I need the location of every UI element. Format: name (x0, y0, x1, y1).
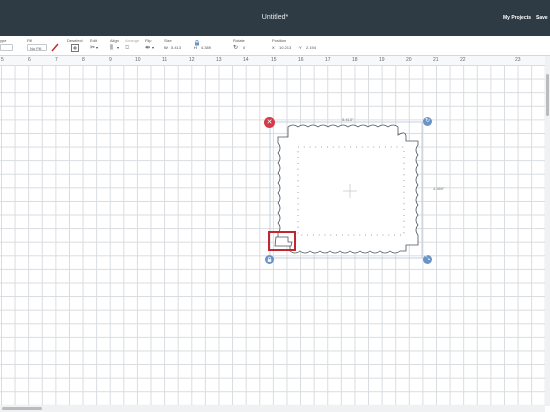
rotate-label: Rotate (233, 38, 245, 43)
arrange-icon[interactable]: ⧉ (125, 44, 129, 52)
vertical-scroll-thumb[interactable] (546, 74, 549, 116)
height-input[interactable]: 4.389 (199, 44, 216, 51)
height-prefix: H (194, 45, 197, 50)
ruler-number: 8 (82, 57, 85, 63)
rotate-icon: ↻ (424, 118, 431, 124)
ruler-number: 10 (135, 57, 141, 63)
lock-icon (267, 257, 272, 262)
ruler-number: 18 (352, 57, 358, 63)
close-icon: ✕ (266, 119, 273, 126)
vertical-scrollbar[interactable] (545, 56, 550, 406)
scalloped-label-shape[interactable] (277, 124, 419, 254)
chevron-down-icon[interactable]: ▾ (152, 44, 154, 52)
align-icon[interactable]: ⫼ (110, 44, 113, 52)
horizontal-scrollbar[interactable] (0, 405, 545, 412)
width-prefix: W (164, 45, 168, 50)
position-label: Position (272, 38, 287, 43)
resize-icon: ⤡ (425, 256, 430, 262)
horizontal-scroll-thumb[interactable] (2, 407, 42, 410)
y-prefix: Y (299, 45, 302, 50)
fill-label: Fill (27, 38, 33, 43)
rotate-icon: ↻ (233, 45, 239, 51)
save-button[interactable]: Save (536, 0, 548, 36)
ruler-number: 13 (216, 57, 222, 63)
ruler-number: 5 (1, 57, 4, 63)
ruler-number: 22 (460, 57, 466, 63)
scissors-icon[interactable]: ✂ (90, 44, 95, 52)
ruler-number: 21 (433, 57, 439, 63)
ruler-number: 11 (162, 57, 168, 63)
rotate-handle[interactable]: ↻ (423, 117, 432, 126)
edit-toolbar: ype Fill No Fill Deselect Edit ✂ ▾ Align… (0, 36, 550, 56)
my-projects-button[interactable]: My Projects (503, 0, 531, 36)
deselect-label: Deselect (67, 38, 83, 43)
position-y-input[interactable]: 2.194 (304, 44, 322, 51)
pen-icon[interactable] (51, 43, 59, 52)
align-label: Align (110, 38, 119, 43)
edit-label: Edit (90, 38, 97, 43)
ruler-number: 19 (379, 57, 385, 63)
ruler-number: 12 (189, 57, 195, 63)
scale-handle[interactable]: ⤡ (423, 255, 432, 264)
lock-proportion-button[interactable] (265, 255, 274, 264)
linetype-select[interactable] (0, 44, 13, 51)
ruler-number: 15 (271, 57, 277, 63)
chevron-down-icon[interactable]: ▾ (117, 44, 119, 52)
x-prefix: X (272, 45, 275, 50)
ruler-number: 16 (298, 57, 304, 63)
ruler-number: 14 (243, 57, 249, 63)
ruler-number: 9 (109, 57, 112, 63)
linetype-label: ype (0, 38, 7, 43)
deselect-icon[interactable] (71, 44, 79, 52)
flip-label: Flip (145, 38, 152, 43)
height-dimension: 4.389" (433, 186, 445, 191)
position-x-input[interactable]: 10.213 (277, 44, 297, 51)
ruler-number: 20 (406, 57, 412, 63)
width-dimension: 5.413" (342, 117, 354, 122)
delete-button[interactable]: ✕ (264, 117, 275, 128)
ruler-number: 7 (55, 57, 58, 63)
chevron-down-icon[interactable]: ▾ (96, 44, 98, 52)
fill-select[interactable]: No Fill (27, 44, 47, 51)
rotate-input[interactable]: 0 (241, 44, 255, 51)
top-bar: Untitled* My Projects Save (0, 0, 550, 36)
width-input[interactable]: 5.413 (169, 44, 186, 51)
project-title: Untitled* (261, 14, 289, 21)
size-label: Size (164, 38, 172, 43)
flip-icon[interactable]: ⇹ (145, 44, 150, 52)
ruler-number: 6 (28, 57, 31, 63)
ruler-number: 17 (325, 57, 331, 63)
ruler-number: 23 (515, 57, 521, 63)
arrange-label: Arrange (125, 38, 140, 43)
highlight-box (268, 231, 296, 251)
